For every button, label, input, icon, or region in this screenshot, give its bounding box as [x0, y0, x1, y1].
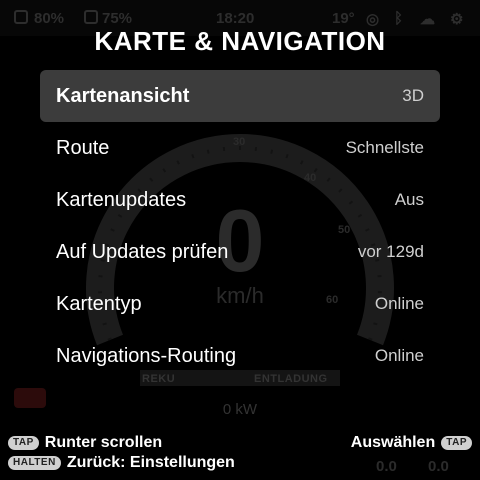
hint-select-label: Auswählen	[350, 434, 436, 451]
menu-item-kartentyp[interactable]: Kartentyp Online	[40, 278, 440, 330]
menu-item-label: Kartenansicht	[56, 84, 190, 107]
hint-scroll[interactable]: TAP Runter scrollen	[8, 434, 162, 452]
menu-item-auf-updates-pruefen[interactable]: Auf Updates prüfen vor 129d	[40, 226, 440, 278]
footer-hints: TAP Runter scrollen HALTEN Zurück: Einst…	[0, 428, 480, 480]
hint-select[interactable]: Auswählen TAP	[351, 434, 472, 452]
tap-badge: TAP	[8, 436, 39, 450]
menu-item-navigations-routing[interactable]: Navigations-Routing Online	[40, 330, 440, 382]
menu-item-label: Auf Updates prüfen	[56, 240, 229, 263]
menu-item-value: vor 129d	[357, 242, 424, 261]
hint-scroll-label: Runter scrollen	[44, 434, 163, 451]
menu-item-value: 3D	[402, 86, 424, 105]
menu-item-label: Route	[56, 136, 110, 159]
screen: 80% 75% 18:20 19° ◎ ᛒ ☁ ⚙ 30 40 50 60 0 …	[0, 0, 480, 480]
menu-item-value: Aus	[394, 190, 424, 209]
hint-back[interactable]: HALTEN Zurück: Einstellungen	[8, 454, 235, 472]
hold-badge: HALTEN	[8, 456, 61, 470]
menu-item-label: Kartenupdates	[56, 188, 187, 211]
menu-item-label: Navigations-Routing	[56, 344, 237, 367]
hint-back-label: Zurück: Einstellungen	[66, 454, 235, 471]
menu-item-kartenansicht[interactable]: Kartenansicht 3D	[40, 70, 440, 122]
page-title: KARTE & NAVIGATION	[94, 26, 386, 56]
menu-item-value: Online	[374, 294, 424, 313]
menu-item-value: Online	[374, 346, 424, 365]
menu-item-kartenupdates[interactable]: Kartenupdates Aus	[40, 174, 440, 226]
settings-menu: Kartenansicht 3D Route Schnellste Karten…	[40, 70, 440, 382]
tap-badge: TAP	[441, 436, 472, 450]
menu-item-label: Kartentyp	[56, 292, 142, 315]
menu-item-value: Schnellste	[345, 138, 424, 157]
menu-item-route[interactable]: Route Schnellste	[40, 122, 440, 174]
